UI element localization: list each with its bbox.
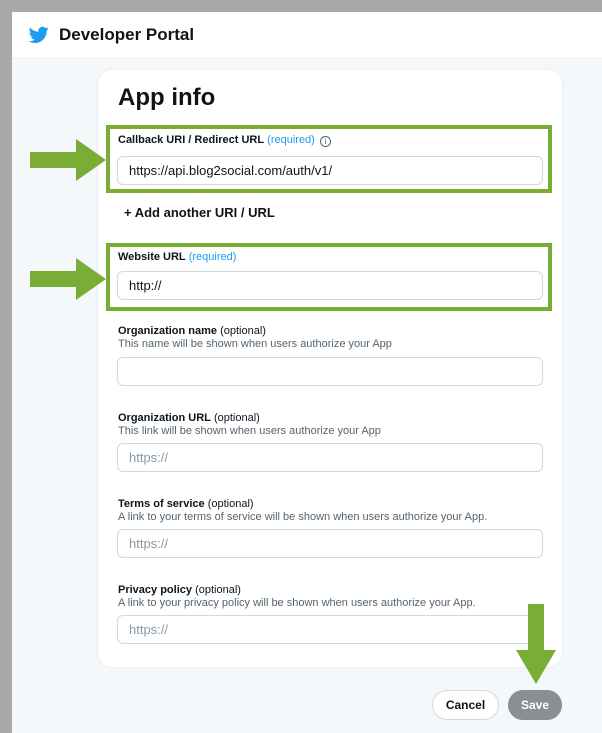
arrow-right-icon bbox=[30, 139, 106, 181]
twitter-bird-icon bbox=[29, 26, 49, 43]
optional-tag: (optional) bbox=[220, 325, 266, 337]
portal-title: Developer Portal bbox=[59, 25, 195, 44]
save-button[interactable]: Save bbox=[508, 690, 562, 720]
org-name-hint: This name will be shown when users autho… bbox=[118, 338, 392, 350]
org-url-label: Organization URL (optional) bbox=[118, 412, 260, 424]
top-bar: Developer Portal bbox=[12, 12, 602, 59]
app-info-heading: App info bbox=[118, 84, 216, 111]
arrow-right-icon bbox=[30, 258, 106, 300]
org-url-hint: This link will be shown when users autho… bbox=[118, 425, 381, 437]
privacy-hint: A link to your privacy policy will be sh… bbox=[118, 597, 476, 609]
terms-label-text: Terms of service bbox=[118, 498, 205, 510]
privacy-url-input[interactable]: https:// bbox=[117, 615, 543, 644]
optional-tag: (optional) bbox=[207, 498, 254, 510]
org-name-label: Organization name (optional) bbox=[118, 325, 266, 337]
optional-tag: (optional) bbox=[195, 584, 241, 596]
arrow-down-icon bbox=[516, 604, 556, 684]
optional-tag: (optional) bbox=[213, 412, 260, 424]
privacy-label: Privacy policy (optional) bbox=[118, 584, 241, 596]
terms-label: Terms of service (optional) bbox=[118, 498, 254, 510]
privacy-label-text: Privacy policy bbox=[118, 584, 192, 596]
org-url-input[interactable]: https:// bbox=[117, 443, 543, 472]
cancel-button[interactable]: Cancel bbox=[432, 690, 499, 720]
screenshot-frame-top bbox=[0, 0, 602, 12]
terms-url-input[interactable]: https:// bbox=[117, 529, 543, 558]
org-name-label-text: Organization name bbox=[118, 325, 218, 337]
screenshot-frame-left bbox=[0, 0, 12, 733]
callback-highlight-box bbox=[106, 125, 552, 193]
add-another-uri-link[interactable]: + Add another URI / URL bbox=[124, 205, 275, 220]
website-highlight-box bbox=[106, 243, 552, 311]
terms-hint: A link to your terms of service will be … bbox=[118, 511, 488, 523]
org-url-label-text: Organization URL bbox=[118, 412, 211, 424]
org-name-input[interactable] bbox=[117, 357, 543, 386]
